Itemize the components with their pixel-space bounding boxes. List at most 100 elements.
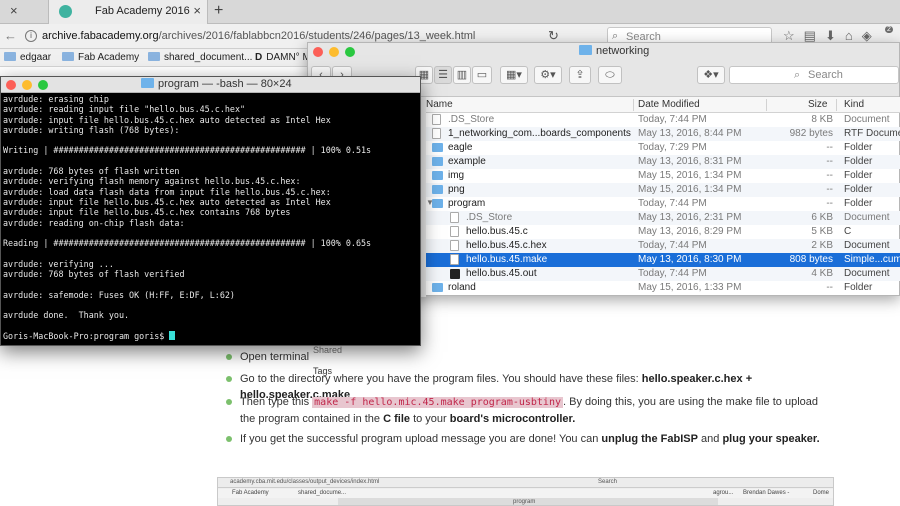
doc-icon — [450, 240, 459, 251]
minimize-window-button[interactable] — [329, 47, 339, 57]
dropbox-icon[interactable]: ❖▾ — [697, 66, 725, 84]
file-row[interactable]: .DS_Store May 13, 2016, 2:31 PM 6 KB Docume… — [426, 211, 900, 225]
gear-icon[interactable]: ⚙▾ — [534, 66, 562, 84]
shield-icon[interactable]: ◈ — [862, 28, 881, 43]
column-size-header[interactable]: Size — [808, 99, 827, 110]
file-kind: Folder — [844, 156, 873, 167]
terminal-titlebar: program — -bash — 80×24 — [1, 77, 420, 93]
file-size: 808 bytes — [789, 254, 833, 265]
back-button[interactable]: ← — [4, 28, 17, 43]
info-icon[interactable]: i — [25, 30, 37, 42]
file-name: hello.bus.45.out — [466, 268, 537, 279]
file-date: Today, 7:44 PM — [638, 198, 707, 209]
terminal-line: avrdude: input file hello.bus.45.c.hex c… — [3, 207, 291, 218]
file-kind: Folder — [844, 282, 873, 293]
file-kind: Folder — [844, 142, 873, 153]
close-icon[interactable]: × — [10, 3, 18, 18]
file-name: png — [448, 184, 465, 195]
file-row[interactable]: hello.bus.45.out Today, 7:44 PM 4 KB Docume… — [426, 267, 900, 281]
close-window-button[interactable] — [313, 47, 323, 57]
window-title: program — -bash — 80×24 — [141, 78, 292, 90]
gallery-view-button[interactable]: ▭ — [472, 66, 492, 84]
cursor — [169, 330, 176, 340]
file-size: 8 KB — [811, 114, 833, 125]
search-placeholder: Search — [808, 69, 843, 81]
file-name: 1_networking_com...boards_components — [448, 128, 631, 139]
file-kind: Document — [844, 114, 890, 125]
folder-icon — [141, 78, 154, 88]
download-icon[interactable]: ⬇ — [825, 28, 845, 43]
bookmark-fab-academy[interactable]: Fab Academy — [62, 52, 139, 63]
url-field[interactable]: archive.fabacademy.org/archives/2016/fab… — [42, 30, 475, 42]
file-row[interactable]: eagle Today, 7:29 PM -- Folder — [426, 141, 900, 155]
close-window-button[interactable] — [6, 80, 16, 90]
sidebar-item-tags[interactable]: Tags — [313, 366, 332, 376]
terminal-prompt[interactable]: Goris-MacBook-Pro:program goris$ — [3, 330, 420, 341]
zoom-window-button[interactable] — [38, 80, 48, 90]
file-name: hello.bus.45.c — [466, 226, 528, 237]
sidebar-item-shared[interactable]: Shared — [313, 345, 342, 355]
tab-title: Fab Academy 2016 — [95, 5, 190, 17]
file-size: -- — [826, 170, 833, 181]
file-row[interactable]: roland May 15, 2016, 1:33 PM -- Folder — [426, 281, 900, 295]
terminal-line: avrdude: verifying ... — [3, 258, 114, 269]
file-size: -- — [826, 198, 833, 209]
file-size: -- — [826, 184, 833, 195]
file-row[interactable]: hello.bus.45.c May 13, 2016, 8:29 PM 5 KB C — [426, 225, 900, 239]
file-row[interactable]: img May 15, 2016, 1:34 PM -- Folder — [426, 169, 900, 183]
tag-icon[interactable]: ⬭ — [598, 66, 622, 84]
minimize-window-button[interactable] — [22, 80, 32, 90]
home-icon[interactable]: ⌂ — [845, 28, 862, 43]
list-item-text: Go to the directory where you have the p… — [240, 373, 639, 385]
file-date: May 13, 2016, 8:31 PM — [638, 156, 742, 167]
file-size: 982 bytes — [789, 128, 833, 139]
file-date: May 13, 2016, 8:44 PM — [638, 128, 742, 139]
inline-code: make -f hello.mic.45.make program-usbtin… — [312, 397, 563, 408]
column-name-header[interactable]: Name — [426, 99, 453, 110]
file-kind: Folder — [844, 198, 873, 209]
file-row[interactable]: hello.bus.45.make May 13, 2016, 8:30 PM 80… — [426, 253, 900, 267]
folder-icon — [579, 45, 592, 55]
column-kind-header[interactable]: Kind — [844, 99, 864, 110]
clipboard-icon[interactable]: ▤ — [804, 28, 825, 43]
list-item: Then type this make -f hello.mic.45.make… — [226, 394, 826, 427]
previous-tab[interactable]: × — [0, 0, 40, 24]
file-size: -- — [826, 282, 833, 293]
bookmark-shared-document[interactable]: shared_document... — [148, 52, 252, 63]
file-row[interactable]: .DS_Store Today, 7:44 PM 8 KB Document — [426, 113, 900, 127]
file-name: eagle — [448, 142, 473, 153]
new-tab-button[interactable]: + — [214, 2, 223, 20]
column-date-header[interactable]: Date Modified — [638, 99, 700, 110]
arrange-button[interactable]: ▦▾ — [500, 66, 528, 84]
bookmark-damn[interactable]: D DAMN° M — [255, 52, 311, 63]
star-icon[interactable]: ☆ — [783, 28, 804, 43]
search-input[interactable]: ⌕ Search — [729, 66, 899, 84]
file-row[interactable]: hello.bus.45.c.hex Today, 7:44 PM 2 KB Docu… — [426, 239, 900, 253]
file-kind: Document — [844, 240, 890, 251]
search-icon: ⌕ — [794, 69, 801, 81]
terminal-line: avrdude: 768 bytes of flash verified — [3, 269, 185, 280]
column-view-button[interactable]: ▥ — [453, 66, 471, 84]
terminal-window[interactable]: program — -bash — 80×24 avrdude: erasing… — [0, 76, 421, 346]
terminal-line: avrdude done. Thank you. — [3, 310, 130, 321]
file-row[interactable]: png May 15, 2016, 1:34 PM -- Folder — [426, 183, 900, 197]
terminal-line: Writing | ##############################… — [3, 145, 372, 156]
terminal-line: avrdude: input file hello.bus.45.c.hex a… — [3, 196, 331, 207]
file-row[interactable]: example May 13, 2016, 8:31 PM -- Folder — [426, 155, 900, 169]
zoom-window-button[interactable] — [345, 47, 355, 57]
doc-icon — [432, 114, 441, 125]
file-name: example — [448, 156, 486, 167]
file-row[interactable]: ▼ program Today, 7:44 PM -- Folder — [426, 197, 900, 211]
file-name: hello.bus.45.c.hex — [466, 240, 547, 251]
share-icon[interactable]: ⇪ — [569, 66, 591, 84]
file-row[interactable]: 1_networking_com...boards_components May … — [426, 127, 900, 141]
bookmark-edgaar[interactable]: edgaar — [4, 52, 51, 63]
file-size: 6 KB — [811, 212, 833, 223]
terminal-output[interactable]: avrdude: erasing chip avrdude: reading in… — [3, 94, 420, 346]
close-icon[interactable]: × — [193, 3, 201, 18]
list-view-button[interactable]: ☰ — [434, 66, 452, 84]
tab-fab-academy[interactable]: Fab Academy 2016 × — [48, 0, 208, 24]
